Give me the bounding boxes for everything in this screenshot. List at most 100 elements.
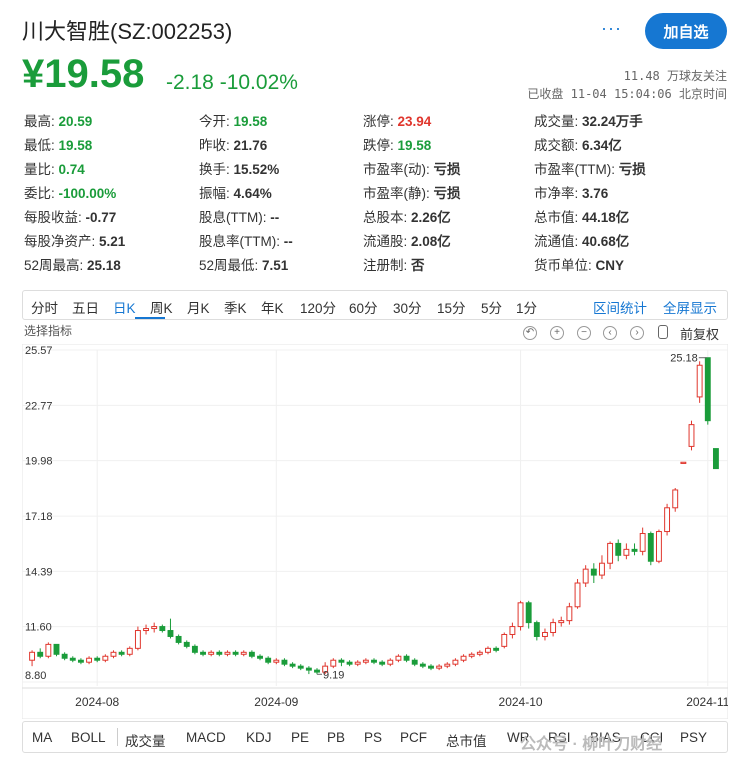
tab-period[interactable]: 月K <box>187 297 210 317</box>
candle-body <box>338 659 345 663</box>
candle-body <box>631 548 638 552</box>
stat-value: 6.34亿 <box>578 138 622 153</box>
candle-body <box>460 655 467 661</box>
fullscreen-button[interactable]: 全屏显示 <box>663 297 717 317</box>
candle-body <box>444 663 451 667</box>
stat-label: 每股净资产: <box>24 234 96 249</box>
undo-icon[interactable]: ↶ <box>523 326 537 340</box>
tab-period[interactable]: 120分 <box>300 297 336 317</box>
candle-body <box>167 630 174 637</box>
candle-body <box>69 657 76 661</box>
candle-body <box>110 651 117 657</box>
candle-body <box>672 489 679 509</box>
zoom-in-icon[interactable]: + <box>550 326 564 340</box>
tab-period[interactable]: 5分 <box>481 297 502 317</box>
candle-body <box>248 651 255 657</box>
candle-body <box>126 647 133 655</box>
overlay-watermark: 公众号 · 柳叶刀财经 <box>520 736 663 753</box>
stats-row: 量比: 0.74 换手: 15.52% 市盈率(动): 亏损 市盈率(TTM): 亏损 <box>24 158 724 182</box>
zoom-out-icon[interactable]: − <box>577 326 591 340</box>
market-status: 已收盘 11-04 15:04:06 北京时间 <box>527 87 727 101</box>
stat-label: 市盈率(静): <box>363 186 430 201</box>
y-tick-label: 19.98 <box>25 456 53 468</box>
indicator-tab[interactable]: PE <box>291 730 309 745</box>
stat-value: 19.58 <box>229 114 268 129</box>
candle-body <box>590 568 597 576</box>
stat-item: 市盈率(动): 亏损 <box>363 158 534 182</box>
indicator-tab[interactable]: KDJ <box>246 730 272 745</box>
stat-item: 昨收: 21.76 <box>199 134 363 158</box>
indicator-tab[interactable]: BOLL <box>71 730 106 745</box>
stat-item: 每股净资产: 5.21 <box>24 230 199 254</box>
stat-label: 今开: <box>199 114 230 129</box>
candle-body <box>395 655 402 661</box>
more-icon[interactable]: ··· <box>601 18 622 39</box>
period-tabs: 分时 五日 日K 周K 月K 季K 年K 120分 60分 30分 15分 5分 1分 区间统计 全屏显示 <box>22 290 728 320</box>
stat-item: 总股本: 2.26亿 <box>363 206 534 230</box>
candle-body <box>29 651 36 661</box>
tab-period[interactable]: 日K <box>113 297 136 317</box>
indicator-tab[interactable]: 总市值 <box>446 730 487 750</box>
indicator-tab[interactable]: PB <box>327 730 345 745</box>
indicator-tab[interactable]: PCF <box>400 730 427 745</box>
x-tick-label: 2024-10 <box>499 695 543 709</box>
add-watchlist-button[interactable]: 加自选 <box>645 13 727 49</box>
indicator-tab[interactable]: MA <box>32 730 52 745</box>
kline-chart[interactable]: 25.57 22.77 19.98 17.18 14.39 11.60 8.80 2024-0… <box>22 344 728 719</box>
select-indicator-button[interactable]: 选择指标 <box>24 322 72 339</box>
tab-period[interactable]: 1分 <box>516 297 537 317</box>
candle-body <box>387 659 394 665</box>
candle-body <box>159 626 166 632</box>
divider <box>117 728 118 746</box>
tab-period[interactable]: 季K <box>224 297 247 317</box>
tab-period[interactable]: 五日 <box>72 297 99 317</box>
stat-item: 最高: 20.59 <box>24 110 199 134</box>
stat-value: 44.18亿 <box>578 210 630 225</box>
tab-period[interactable]: 60分 <box>349 297 378 317</box>
fuquan-selector[interactable]: 前复权 <box>680 324 719 343</box>
candle-body <box>615 542 622 556</box>
y-tick-label: 8.80 <box>25 670 46 682</box>
current-price: ¥19.58 <box>22 52 145 96</box>
indicator-tab[interactable]: 成交量 <box>125 730 166 750</box>
candle-body <box>501 633 508 647</box>
tab-period[interactable]: 15分 <box>437 297 466 317</box>
candle-body <box>533 622 540 637</box>
candle-body <box>208 651 215 655</box>
pan-right-icon[interactable]: › <box>630 326 644 340</box>
toggle-icon[interactable] <box>658 325 668 339</box>
candle-body <box>346 661 353 665</box>
candle-body <box>289 663 296 667</box>
candle-body <box>354 661 361 665</box>
range-stats-button[interactable]: 区间统计 <box>593 297 647 317</box>
tab-period[interactable]: 分时 <box>31 297 58 317</box>
candle-body <box>314 669 320 673</box>
stat-value: -0.77 <box>81 210 117 225</box>
candle-body <box>664 507 671 533</box>
stat-value: 32.24万手 <box>578 114 643 129</box>
stats-row: 52周最高: 25.18 52周最低: 7.51 注册制: 否货币单位: CNY <box>24 254 724 278</box>
tab-period[interactable]: 周K <box>150 297 173 317</box>
stat-value: 15.52% <box>229 162 280 177</box>
candle-body <box>403 655 410 661</box>
candle-body <box>623 548 630 556</box>
candle-body <box>419 663 426 667</box>
pan-left-icon[interactable]: ‹ <box>603 326 617 340</box>
stat-item: 流通值: 40.68亿 <box>534 230 724 254</box>
stat-item: 股息(TTM): -- <box>199 206 363 230</box>
candle-body <box>517 602 524 628</box>
stats-row: 最低: 19.58 昨收: 21.76 跌停: 19.58 成交额: 6.34亿 <box>24 134 724 158</box>
tab-period[interactable]: 30分 <box>393 297 422 317</box>
indicator-tab[interactable]: PSY <box>680 730 707 745</box>
candle-body <box>37 651 44 657</box>
candle-body <box>53 643 60 655</box>
indicator-tab[interactable]: PS <box>364 730 382 745</box>
stat-label: 货币单位: <box>534 258 592 273</box>
stat-value: -100.00% <box>54 186 117 201</box>
stats-row: 每股净资产: 5.21 股息率(TTM): -- 流通股: 2.08亿 流通值: 40… <box>24 230 724 254</box>
tab-period[interactable]: 年K <box>261 297 284 317</box>
indicator-tab[interactable]: MACD <box>186 730 226 745</box>
low-label: 9.19 <box>323 669 344 681</box>
candle-body <box>452 659 459 665</box>
candle-body <box>77 659 84 663</box>
